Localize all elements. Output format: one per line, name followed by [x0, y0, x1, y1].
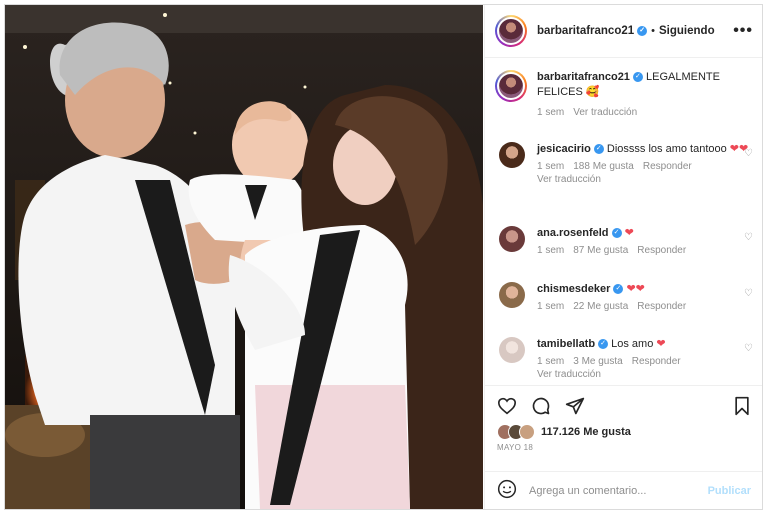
more-options-icon[interactable]: ••• [733, 22, 753, 40]
bookmark-icon[interactable] [733, 396, 751, 416]
comment-text: Los amo [611, 338, 654, 350]
comment-item: chismesdeker ✓ ❤❤ 1 sem 22 Me gusta Respond… [485, 282, 762, 313]
heart-emoji: ❤ [624, 227, 634, 239]
comment-item: jesicacirio ✓ Diossss los amo tantooo ❤❤ … [485, 142, 762, 186]
comment-icon[interactable] [531, 396, 551, 416]
reply-button[interactable]: Responder [643, 161, 692, 172]
commenter-avatar[interactable] [499, 142, 525, 168]
comment-item: ana.rosenfeld ✓ ❤ 1 sem 87 Me gusta Respond… [485, 226, 762, 257]
verified-icon: ✓ [637, 25, 648, 36]
commenter-avatar[interactable] [499, 337, 525, 363]
post-header: barbaritafranco21 ✓ • Siguiendo ••• [485, 5, 762, 58]
post-actions: 117.126 Me gusta MAYO 18 [485, 385, 762, 472]
reply-button[interactable]: Responder [637, 245, 686, 256]
share-icon[interactable] [565, 396, 585, 416]
comment-time: 1 sem [537, 356, 565, 367]
caption: barbaritafranco21 ✓ LEGALMENTE FELICES 🥰 … [485, 58, 762, 120]
separator-dot: • [651, 25, 656, 37]
like-comment-icon[interactable]: ♡ [744, 148, 753, 159]
author-avatar[interactable] [495, 15, 527, 47]
post-date: MAYO 18 [497, 443, 534, 452]
photo-illustration [5, 5, 483, 509]
commenter-username[interactable]: chismesdeker [537, 283, 610, 295]
comment-text: Diossss los amo tantooo [606, 143, 727, 155]
verified-icon: ✓ [593, 144, 604, 155]
comment-likes[interactable]: 3 Me gusta [573, 356, 622, 367]
see-translation-link[interactable]: Ver traducción [537, 369, 601, 380]
publish-button[interactable]: Publicar [708, 485, 751, 497]
post-photo[interactable] [5, 5, 483, 509]
comment-time: 1 sem [537, 301, 565, 312]
comment-time: 1 sem [537, 161, 565, 172]
caption-username[interactable]: barbaritafranco21 [537, 71, 630, 83]
commenter-username[interactable]: jesicacirio [537, 143, 591, 155]
comment-input[interactable]: Agrega un comentario... [529, 485, 708, 497]
heart-icon[interactable] [497, 397, 517, 415]
author-username[interactable]: barbaritafranco21 ✓ [537, 25, 648, 37]
verified-icon: ✓ [611, 228, 622, 239]
liker-avatars [497, 424, 535, 440]
reply-button[interactable]: Responder [637, 301, 686, 312]
like-comment-icon[interactable]: ♡ [744, 232, 753, 243]
instagram-post-window: barbaritafranco21 ✓ • Siguiendo ••• barba… [4, 4, 763, 510]
see-translation-link[interactable]: Ver traducción [537, 174, 601, 185]
verified-icon: ✓ [613, 284, 624, 295]
like-comment-icon[interactable]: ♡ [744, 343, 753, 354]
comments-list[interactable]: barbaritafranco21 ✓ LEGALMENTE FELICES 🥰 … [485, 58, 762, 383]
commenter-avatar[interactable] [499, 282, 525, 308]
post-side-panel: barbaritafranco21 ✓ • Siguiendo ••• barba… [484, 5, 762, 509]
caption-avatar[interactable] [495, 70, 527, 102]
commenter-username[interactable]: ana.rosenfeld [537, 227, 609, 239]
comment-likes[interactable]: 87 Me gusta [573, 245, 628, 256]
comment-composer: Agrega un comentario... Publicar [485, 471, 762, 509]
heart-emoji: ❤❤ [626, 283, 645, 295]
see-translation-link[interactable]: Ver traducción [573, 107, 637, 118]
emoji-icon[interactable] [497, 479, 517, 504]
following-button[interactable]: Siguiendo [659, 25, 715, 37]
like-comment-icon[interactable]: ♡ [744, 288, 753, 299]
comment-likes[interactable]: 22 Me gusta [573, 301, 628, 312]
comment-likes[interactable]: 188 Me gusta [573, 161, 634, 172]
commenter-username[interactable]: tamibellatb [537, 338, 595, 350]
comment-time: 1 sem [537, 245, 565, 256]
verified-icon: ✓ [632, 72, 643, 83]
caption-time: 1 sem [537, 107, 565, 118]
likes-summary[interactable]: 117.126 Me gusta [485, 416, 762, 440]
commenter-avatar[interactable] [499, 226, 525, 252]
reply-button[interactable]: Responder [632, 356, 681, 367]
likes-count[interactable]: 117.126 Me gusta [541, 426, 631, 438]
heart-emoji: ❤ [656, 338, 666, 350]
verified-icon: ✓ [598, 339, 609, 350]
comment-item: tamibellatb ✓ Los amo ❤ 1 sem 3 Me gusta Re… [485, 337, 762, 381]
